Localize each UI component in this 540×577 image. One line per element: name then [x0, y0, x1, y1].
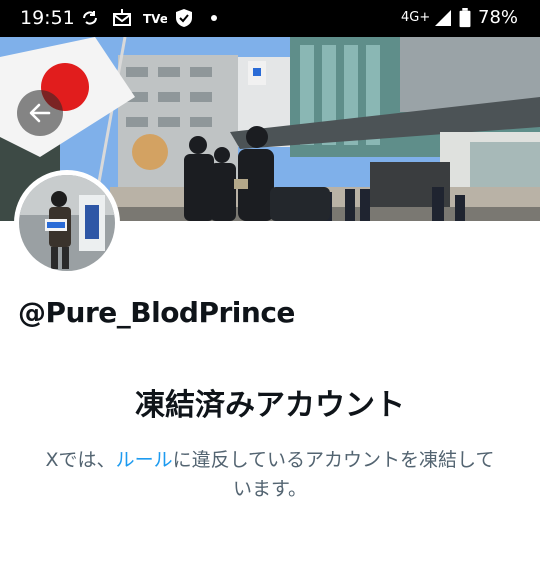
- suspended-title: 凍結済みアカウント: [135, 388, 405, 423]
- avatar[interactable]: [14, 170, 120, 276]
- svg-text:TVer: TVer: [143, 12, 167, 26]
- battery-icon: [459, 8, 471, 28]
- shield-icon: [176, 9, 192, 27]
- signal-icon: [435, 10, 451, 26]
- status-time: 19:51: [20, 7, 75, 29]
- mail-icon: [113, 9, 131, 26]
- back-button[interactable]: [17, 90, 63, 136]
- suspended-message: Xでは、ルールに違反しているアカウントを凍結しています。: [40, 446, 500, 504]
- suspended-message-prefix: Xでは、: [45, 449, 116, 471]
- suspended-message-suffix: に違反しているアカウントを凍結しています。: [172, 449, 495, 500]
- avatar-photo: [19, 175, 115, 271]
- sync-icon: [83, 11, 97, 25]
- battery-percent: 78%: [478, 7, 519, 28]
- network-type: 4G+: [401, 10, 431, 25]
- profile-handle: @Pure_BlodPrince: [18, 296, 295, 329]
- notification-dot: [211, 15, 217, 21]
- status-bar: 19:51 TVer 4G+ 78%: [0, 0, 540, 37]
- rules-link[interactable]: ルール: [116, 449, 173, 471]
- tver-icon: TVer: [143, 12, 167, 26]
- arrow-left-icon: [29, 103, 51, 123]
